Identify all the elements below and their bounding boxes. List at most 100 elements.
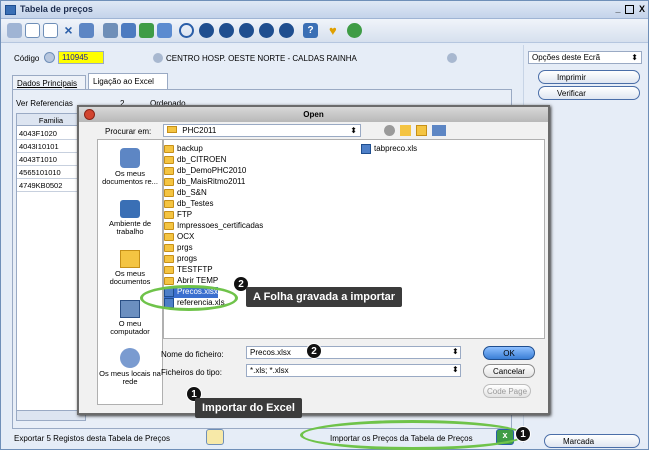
export-label: Exportar 5 Registos desta Tabela de Preç… [14, 434, 170, 443]
grid-header: Familia [17, 114, 85, 126]
codepage-button[interactable]: Code Page [483, 384, 531, 398]
edit-icon[interactable] [79, 23, 94, 38]
next-record-icon[interactable] [239, 23, 254, 38]
view-menu-icon[interactable] [432, 125, 446, 136]
grid-row[interactable]: 4043T1010 [17, 153, 83, 166]
dialog-title: Open [79, 107, 548, 122]
places-bar: Os meus documentos re... Ambiente de tra… [97, 139, 163, 405]
file-name: db_CITROEN [177, 155, 227, 164]
new-document-icon[interactable] [25, 23, 40, 38]
options-select-label: Opções deste Ecrã [532, 53, 601, 62]
search-icon[interactable] [179, 23, 194, 38]
place-recent[interactable]: Os meus documentos re... [98, 148, 162, 186]
codigo-field[interactable]: 110945 [58, 51, 104, 64]
verify-button[interactable]: Verificar [538, 86, 640, 100]
place-network[interactable]: Os meus locais na rede [98, 348, 162, 386]
filename-dropdown-icon[interactable]: ⬍ [452, 347, 459, 356]
place-label: Os meus locais na rede [99, 369, 161, 386]
filetype-select[interactable]: *.xls; *.xlsx [246, 364, 461, 377]
file-item[interactable]: db_DemoPHC2010 [164, 166, 246, 177]
options-select[interactable]: Opções deste Ecrã ⬍ [528, 51, 642, 64]
place-label: Os meus documentos [109, 269, 151, 286]
open-dialog: Open Procurar em: PHC2011 ⬍ Os meus docu… [77, 105, 550, 415]
folder-icon [164, 178, 174, 186]
file-item[interactable]: OCX [164, 232, 194, 243]
callout-import: Importar do Excel [195, 398, 302, 418]
heart-icon[interactable]: ♥ [329, 23, 344, 38]
help-icon[interactable]: ? [303, 23, 318, 38]
file-item[interactable]: db_S&N [164, 188, 207, 199]
last-record-icon[interactable] [259, 23, 274, 38]
filename-input[interactable]: Precos.xlsx [246, 346, 461, 359]
delete-icon[interactable]: × [61, 23, 76, 38]
folder-icon [167, 126, 177, 133]
my-documents-icon [120, 250, 140, 268]
folder-icon [164, 156, 174, 164]
marked-button[interactable]: Marcada [544, 434, 640, 448]
file-item[interactable]: Impressoes_certificadas [164, 221, 263, 232]
step-badge: 1 [515, 426, 531, 442]
place-documents[interactable]: Os meus documentos [98, 250, 162, 286]
filetype-label: Ficheiros do tipo: [161, 368, 222, 377]
file-name: db_DemoPHC2010 [177, 166, 247, 175]
file-item[interactable]: backup [164, 144, 203, 155]
tab-ligacao-excel[interactable]: Ligação ao Excel [88, 73, 168, 89]
copy-icon[interactable] [43, 23, 58, 38]
tab-dados-principais[interactable]: Dados Principais [12, 75, 86, 89]
dialog-close-icon[interactable] [84, 109, 95, 120]
file-item[interactable]: tabpreco.xls [361, 144, 417, 155]
grid-scrollbar[interactable] [17, 410, 85, 420]
file-name: FTP [177, 210, 193, 219]
file-item[interactable]: FTP [164, 210, 192, 221]
file-item[interactable]: progs [164, 254, 197, 265]
ok-button[interactable]: OK [483, 346, 535, 360]
up-folder-icon[interactable] [400, 125, 411, 136]
export-icon[interactable] [139, 23, 154, 38]
filetype-dropdown-icon[interactable]: ⬍ [452, 365, 459, 374]
globe-icon[interactable] [347, 23, 362, 38]
first-record-icon[interactable] [199, 23, 214, 38]
file-name: OCX [177, 232, 195, 241]
chart-icon[interactable] [157, 23, 172, 38]
close-button[interactable]: X [637, 5, 647, 15]
folder-icon [164, 244, 174, 252]
refresh-icon[interactable] [279, 23, 294, 38]
folder-icon [164, 233, 174, 241]
place-label: Os meus documentos re... [102, 169, 158, 186]
grid-row[interactable]: 4565101010 [17, 166, 83, 179]
grid-row[interactable]: 4043I10101 [17, 140, 83, 153]
folder-icon [164, 211, 174, 219]
maximize-button[interactable] [625, 5, 634, 14]
codigo-info-icon[interactable] [44, 52, 55, 63]
file-name: TESTFTP [177, 265, 213, 274]
back-icon[interactable] [384, 125, 395, 136]
minimize-button[interactable]: _ [613, 5, 623, 15]
file-item[interactable]: TESTFTP [164, 265, 213, 276]
title-bar: Tabela de preços _ X [1, 1, 648, 19]
client-name: CENTRO HOSP. OESTE NORTE - CALDAS RAINHA [166, 54, 357, 63]
step-badge: 2 [306, 343, 322, 359]
file-item[interactable]: prgs [164, 243, 193, 254]
file-item[interactable]: db_CITROEN [164, 155, 226, 166]
excel-file-icon [361, 144, 371, 154]
client-link-icon[interactable] [153, 53, 163, 63]
grid-row[interactable]: 4749KB0502 [17, 179, 83, 192]
file-item[interactable]: db_MaisRitmo2011 [164, 177, 245, 188]
grid-icon[interactable] [103, 23, 118, 38]
look-in-select[interactable]: PHC2011 ⬍ [163, 124, 361, 137]
cancel-button[interactable]: Cancelar [483, 364, 535, 378]
grid-row[interactable]: 4043F1020 [17, 127, 83, 140]
menu-icon[interactable] [7, 23, 22, 38]
export-button[interactable] [206, 429, 224, 445]
toolbar: × ? ♥ [1, 19, 648, 43]
previous-record-icon[interactable] [219, 23, 234, 38]
file-item[interactable]: db_Testes [164, 199, 213, 210]
place-desktop[interactable]: Ambiente de trabalho [98, 200, 162, 236]
folder-icon [164, 266, 174, 274]
filename-label: Nome do ficheiro: [161, 350, 224, 359]
users-icon[interactable] [121, 23, 136, 38]
file-name: db_Testes [177, 199, 214, 208]
new-folder-icon[interactable] [416, 125, 427, 136]
client-goto-icon[interactable] [447, 53, 457, 63]
print-button[interactable]: Imprimir [538, 70, 640, 84]
